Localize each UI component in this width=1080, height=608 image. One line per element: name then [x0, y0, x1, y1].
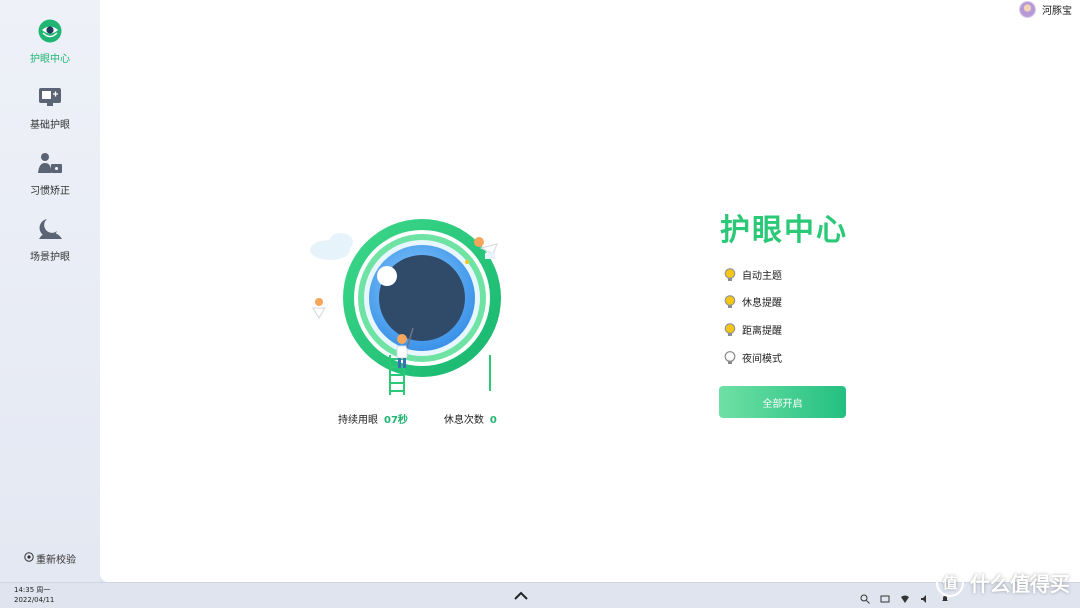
page-title: 护眼中心 [720, 213, 848, 248]
recalibrate-button[interactable]: 重新校验 [24, 551, 76, 566]
clock-date: 2022/04/11 [14, 596, 55, 604]
sidebar-item-label: 习惯矫正 [30, 186, 70, 197]
eye-icon [37, 18, 63, 44]
eye-illustration-svg [310, 219, 559, 395]
sidebar-item-label: 基础护眼 [30, 120, 70, 131]
network-icon[interactable] [900, 589, 910, 603]
eye-illustration [305, 210, 559, 400]
stat-value: 07秒 [384, 415, 408, 426]
sidebar-item-basic-eye-care[interactable]: 基础护眼 [0, 84, 100, 140]
storage-icon[interactable] [880, 589, 890, 603]
bulb-on-icon [724, 294, 736, 308]
feature-label: 夜间模式 [742, 354, 782, 365]
sidebar-item-label: 场景护眼 [30, 252, 70, 263]
watermark-logo: 值 [936, 568, 964, 597]
user-menu[interactable]: 河豚宝 [1019, 1, 1072, 18]
bulb-off-icon [724, 350, 736, 364]
bulb-on-icon [724, 267, 736, 281]
main-panel: 河豚宝 持续用眼 07秒 休息次数 0 护眼中心 自动主题 休息提醒 距离提醒 … [100, 0, 1080, 582]
stat-label: 休息次数 [443, 415, 484, 426]
stat-label: 持续用眼 [338, 415, 378, 426]
recalibrate-label: 重新校验 [36, 555, 76, 566]
moon-icon [37, 216, 63, 242]
avatar [1019, 1, 1036, 18]
sidebar-item-scene-eye-care[interactable]: 场景护眼 [0, 216, 100, 272]
search-icon[interactable] [860, 589, 870, 604]
sidebar-item-habit-correction[interactable]: 习惯矫正 [0, 150, 100, 206]
sidebar-item-eye-center[interactable]: 护眼中心 [0, 18, 100, 74]
feature-rest-reminder[interactable]: 休息提醒 [724, 294, 782, 309]
user-desk-icon [37, 150, 63, 176]
feature-auto-theme[interactable]: 自动主题 [724, 267, 782, 282]
usage-stats: 持续用眼 07秒 休息次数 0 [338, 411, 497, 426]
feature-distance-reminder[interactable]: 距离提醒 [724, 322, 782, 337]
feature-label: 距离提醒 [742, 326, 782, 337]
feature-label: 休息提醒 [742, 298, 782, 309]
eye-small-icon [24, 552, 34, 565]
stat-value: 0 [489, 415, 497, 426]
bulb-on-icon [724, 322, 736, 336]
enable-all-button[interactable]: 全部开启 [719, 386, 846, 418]
taskbar-clock[interactable]: 14:35 周一 2022/04/11 [14, 585, 54, 605]
sidebar: 护眼中心 基础护眼 习惯矫正 场景护眼 重新校验 [0, 0, 100, 582]
clock-time: 14:35 周一 [14, 586, 51, 594]
chevron-up-icon[interactable] [513, 588, 529, 604]
volume-icon[interactable] [920, 589, 930, 603]
feature-night-mode[interactable]: 夜间模式 [724, 350, 782, 365]
feature-label: 自动主题 [742, 271, 782, 282]
sidebar-item-label: 护眼中心 [30, 54, 70, 65]
stat-rest-count: 休息次数 0 [444, 411, 497, 426]
taskbar: 14:35 周一 2022/04/11 [0, 582, 1080, 608]
watermark: 值 什么值得买 [936, 568, 1070, 597]
stat-continuous-use: 持续用眼 07秒 [338, 411, 408, 426]
monitor-icon [37, 84, 63, 110]
user-name: 河豚宝 [1042, 6, 1072, 17]
watermark-text: 什么值得买 [970, 572, 1070, 596]
